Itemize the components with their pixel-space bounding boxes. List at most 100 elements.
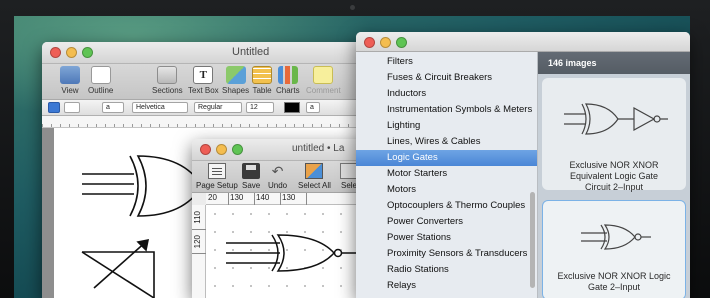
table-icon [252,66,272,84]
window-title: Untitled [232,46,270,58]
comment-button[interactable]: Comment [306,66,341,95]
sections-label: Sections [152,86,183,95]
list-scrollbar[interactable] [530,192,535,288]
ruler-tick [192,253,206,254]
undo-label: Undo [268,181,288,190]
save-button[interactable]: Save [242,163,260,190]
font-size-select[interactable]: 12 [246,102,274,113]
table-label: Table [252,86,272,95]
card-label-line: Equivalent Logic Gate [569,171,659,181]
symbol-card[interactable]: Exclusive NOR XNOR Equivalent Logic Gate… [542,78,686,192]
pages-titlebar[interactable]: Untitled [42,42,372,64]
window-title: untitled • La [292,143,345,154]
page-setup-button[interactable]: Page Setup [196,163,238,190]
symbol-card-selected[interactable]: Exclusive NOR XNOR Logic Gate 2–Input [542,200,686,298]
category-item[interactable]: Motor Starters [356,166,537,182]
style-menu[interactable] [64,102,80,113]
sections-icon [157,66,178,84]
charts-button[interactable]: Charts [276,66,300,95]
charts-label: Charts [276,86,300,95]
sections-button[interactable]: Sections [152,66,183,95]
category-item[interactable]: Inductors [356,86,537,102]
pages-ruler [42,116,372,128]
library-body: Filters Fuses & Circuit Breakers Inducto… [356,52,690,298]
zoom-button[interactable] [82,47,93,58]
minimize-button[interactable] [380,37,391,48]
shapes-label: Shapes [222,86,250,95]
card-label-line: Circuit 2–Input [584,182,644,192]
pages-toolbar: View Outline Sections T Text Box Shapes … [42,64,372,100]
undo-button[interactable]: ↶ Undo [268,163,287,190]
ruler-label: 140 [256,193,270,202]
ruler-label: 130 [282,193,296,202]
category-item[interactable]: Fuses & Circuit Breakers [356,70,537,86]
font-select[interactable]: Helvetica [132,102,188,113]
page-setup-icon [207,163,226,179]
category-item[interactable]: Motors [356,182,537,198]
category-item[interactable]: Filters [356,54,537,70]
category-item[interactable]: Lighting [356,118,537,134]
category-item-selected[interactable]: Logic Gates [356,150,537,166]
xnor-equivalent-circuit-thumbnail [564,103,668,135]
close-button[interactable] [364,37,375,48]
outline-icon [90,66,111,84]
text-box-label: Text Box [188,86,219,95]
ruler-tick [192,229,206,230]
minimize-button[interactable] [216,144,227,155]
library-titlebar[interactable] [356,32,690,52]
image-gallery: 146 images Exclusive NOR XNOR Equivalent… [538,52,690,298]
table-button[interactable]: Table [252,66,272,95]
comment-icon [313,66,334,84]
category-item[interactable]: Lines, Wires & Cables [356,134,537,150]
card-label-line: Gate 2–Input [587,282,641,292]
horizontal-ruler: 20 130 140 130 1 [206,193,370,205]
category-item[interactable]: Power Stations [356,230,537,246]
text-box-button[interactable]: T Text Box [188,66,219,95]
window-controls [50,47,93,58]
ruler-label: 130 [230,193,244,202]
save-label: Save [242,181,261,190]
category-item[interactable]: Instrumentation Symbols & Meters [356,102,537,118]
textbox-icon: T [193,66,214,84]
select-all-label: Select All [298,181,331,190]
select-all-icon [305,163,324,179]
select-all-button[interactable]: Select All [298,163,331,190]
ruler-label: 120 [193,235,202,249]
category-item[interactable]: Proximity Sensors & Transducers [356,246,537,262]
close-button[interactable] [50,47,61,58]
paragraph-styles-button[interactable] [48,102,60,113]
shapes-button[interactable]: Shapes [222,66,249,95]
char-style-select[interactable]: a [102,102,124,113]
page-setup-label: Page Setup [196,181,238,190]
symbol-card-label: Exclusive NOR XNOR Logic Gate 2–Input [543,271,685,293]
ruler-label: 110 [193,211,202,224]
card-label-line: Exclusive NOR XNOR [569,160,659,170]
card-label-line: Exclusive NOR XNOR Logic [557,271,671,281]
zoom-button[interactable] [396,37,407,48]
ruler-tick [228,193,229,205]
highlight-char-button[interactable]: a [306,102,320,113]
comment-label: Comment [306,86,341,95]
drawing-titlebar[interactable]: untitled • La [192,139,370,161]
zoom-button[interactable] [232,144,243,155]
close-button[interactable] [200,144,211,155]
view-button[interactable]: View [60,66,80,95]
minimize-button[interactable] [66,47,77,58]
save-icon [242,163,261,179]
category-item[interactable]: Radio Stations [356,262,537,278]
category-list[interactable]: Filters Fuses & Circuit Breakers Inducto… [356,52,538,298]
typeface-select[interactable]: Regular [194,102,242,113]
format-bar: a Helvetica Regular 12 a [42,100,372,116]
ruler-label: 20 [208,193,217,202]
text-color-well[interactable] [284,102,300,113]
category-item[interactable]: Optocouplers & Thermo Couples [356,198,537,214]
category-item[interactable]: Power Converters [356,214,537,230]
symbol-library-window: Filters Fuses & Circuit Breakers Inducto… [356,32,690,298]
image-count: 146 images [538,52,690,74]
outline-button[interactable]: Outline [88,66,113,95]
drawing-canvas[interactable] [206,205,370,298]
drawing-toolbar: Page Setup Save ↶ Undo Select All Sele [192,161,370,193]
window-controls [364,37,407,48]
select-label: Sele [340,181,357,190]
category-item[interactable]: Relays [356,278,537,294]
